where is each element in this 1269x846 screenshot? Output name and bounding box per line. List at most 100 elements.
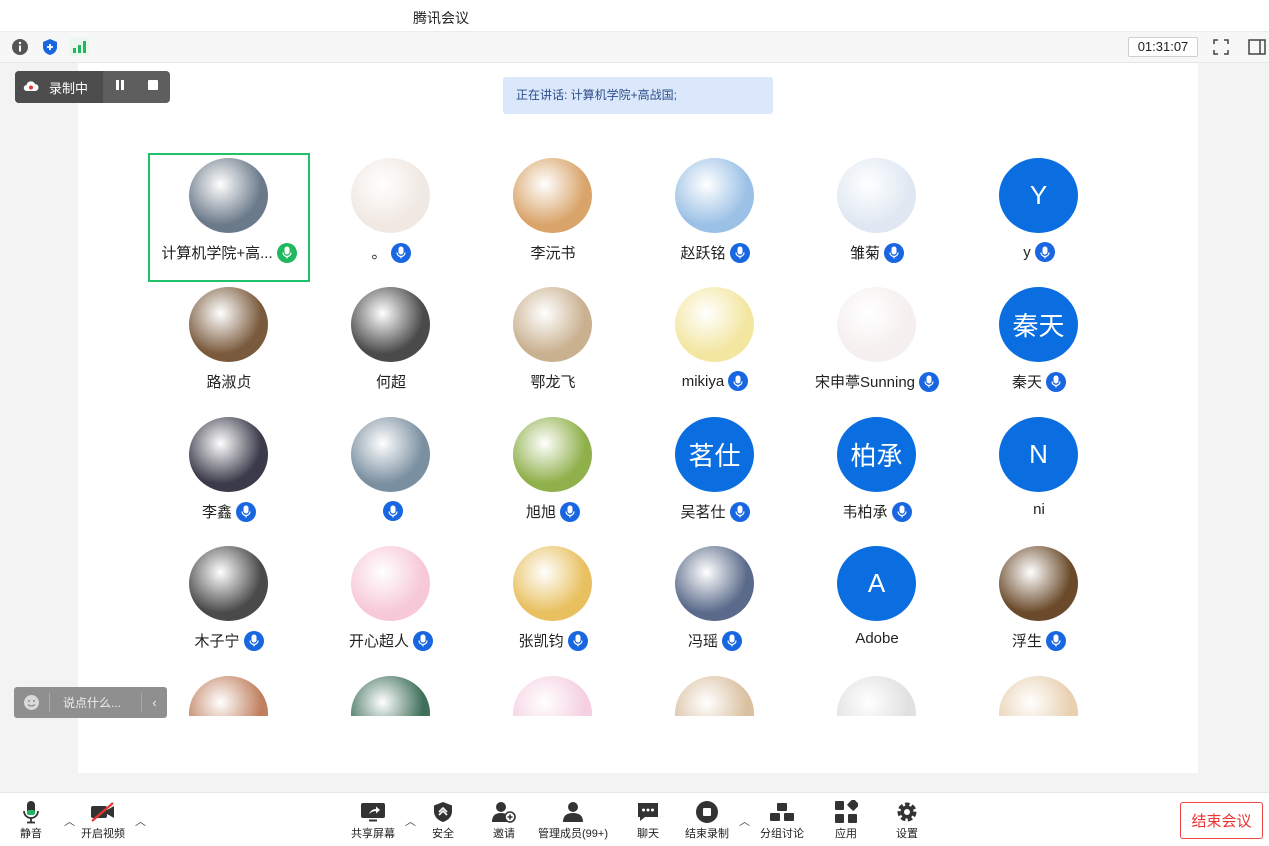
share-options-chevron-icon[interactable]: ︿ <box>405 813 416 829</box>
emoji-icon[interactable] <box>14 693 50 712</box>
participant-name: 雏菊 <box>849 245 880 262</box>
network-signal-icon[interactable] <box>69 37 89 57</box>
participant-avatar: 秦天 <box>999 287 1078 362</box>
manage-members-button[interactable]: 管理成员(99+) <box>538 799 608 841</box>
participant-name-row: 李鑫 <box>148 501 310 522</box>
participant-avatar: Y <box>999 158 1078 233</box>
security-shield-icon[interactable] <box>40 37 60 57</box>
participant-tile[interactable]: 宋申葶Sunning <box>796 282 958 411</box>
quick-chat-bar[interactable]: 说点什么... ‹ <box>14 687 167 718</box>
active-speaker-banner: 正在讲话: 计算机学院+高战国; <box>503 77 773 114</box>
fullscreen-icon[interactable] <box>1210 37 1232 57</box>
participant-tile[interactable] <box>472 671 634 716</box>
members-icon <box>560 799 586 825</box>
participant-name-row: 冯瑶 <box>634 630 796 651</box>
participant-name-row: 何超 <box>310 371 472 392</box>
participant-tile[interactable]: mikiya <box>634 282 796 411</box>
end-recording-button[interactable]: 结束录制 <box>685 799 729 841</box>
participant-tile[interactable]: 柏承 韦柏承 <box>796 412 958 541</box>
participant-name: 路淑贞 <box>206 374 252 391</box>
participant-name: mikiya <box>681 372 725 390</box>
record-options-chevron-icon[interactable]: ︿ <box>739 813 750 829</box>
chat-button[interactable]: 聊天 <box>636 799 660 841</box>
participant-name-row: 张凯钧 <box>472 630 634 651</box>
participant-tile[interactable]: 冯瑶 <box>634 541 796 670</box>
end-meeting-button[interactable]: 结束会议 <box>1180 802 1263 839</box>
participant-name: 旭旭 <box>525 504 556 521</box>
breakout-label: 分组讨论 <box>760 828 804 840</box>
participant-name-row: 路淑贞 <box>148 371 310 392</box>
participant-tile[interactable]: 。 <box>310 153 472 282</box>
participant-tile[interactable]: 木子宁 <box>148 541 310 670</box>
apps-button[interactable]: 应用 <box>834 799 858 841</box>
participant-tile[interactable]: Nni <box>958 412 1120 541</box>
participant-tile[interactable] <box>958 671 1120 716</box>
mic-on-icon <box>728 371 749 391</box>
participant-tile[interactable]: 旭旭 <box>472 412 634 541</box>
participant-tile[interactable]: 路淑贞 <box>148 282 310 411</box>
participant-avatar <box>351 158 430 233</box>
audio-options-chevron-icon[interactable]: ︿ <box>64 813 75 829</box>
participant-name-row: 宋申葶Sunning <box>796 371 958 392</box>
settings-button[interactable]: 设置 <box>895 799 919 841</box>
participant-tile[interactable]: 赵跃铭 <box>634 153 796 282</box>
participant-tile[interactable]: 何超 <box>310 282 472 411</box>
participant-tile[interactable] <box>148 671 310 716</box>
mic-on-icon <box>236 501 256 522</box>
participant-avatar <box>837 676 916 716</box>
security-button[interactable]: 安全 <box>432 799 454 841</box>
participant-avatar <box>675 158 754 233</box>
participant-name: 开心超人 <box>348 633 409 650</box>
participant-tile[interactable]: 秦天 秦天 <box>958 282 1120 411</box>
start-video-button[interactable]: 开启视频 <box>81 799 125 841</box>
participant-avatar: N <box>999 417 1078 492</box>
participant-tile[interactable]: 李沅书 <box>472 153 634 282</box>
security-label: 安全 <box>432 828 454 840</box>
mic-on-icon <box>390 242 411 263</box>
pause-recording-button[interactable] <box>103 71 136 103</box>
participant-tile[interactable]: Yy <box>958 153 1120 282</box>
mic-on-icon <box>560 501 580 522</box>
video-options-chevron-icon[interactable]: ︿ <box>135 813 146 829</box>
participant-tile[interactable]: 茗仕 吴茗仕 <box>634 412 796 541</box>
participant-tile[interactable]: 张凯钧 <box>472 541 634 670</box>
layout-sidebar-icon[interactable] <box>1246 37 1268 57</box>
stop-icon <box>147 78 159 96</box>
collapse-chevron-icon[interactable]: ‹ <box>141 693 167 712</box>
participant-tile[interactable] <box>310 671 472 716</box>
participant-tile[interactable] <box>634 671 796 716</box>
participant-tile[interactable]: 雏菊 <box>796 153 958 282</box>
participant-name: 木子宁 <box>194 633 240 650</box>
participant-avatar <box>675 546 754 621</box>
recording-label: 录制中 <box>49 80 89 96</box>
participant-tile[interactable]: 计算机学院+高... <box>148 153 310 282</box>
participant-avatar <box>351 417 430 492</box>
participant-tile[interactable]: 李鑫 <box>148 412 310 541</box>
participant-name-row: 浮生 <box>958 630 1120 651</box>
participant-name: 鄂龙飞 <box>530 374 576 391</box>
participant-name-row: 木子宁 <box>148 630 310 651</box>
participant-tile[interactable] <box>310 412 472 541</box>
info-icon[interactable] <box>10 37 30 57</box>
stop-recording-button[interactable] <box>136 71 169 103</box>
participant-tile[interactable]: 鄂龙飞 <box>472 282 634 411</box>
breakout-rooms-button[interactable]: 分组讨论 <box>760 799 804 841</box>
participant-tile[interactable]: 开心超人 <box>310 541 472 670</box>
participant-tile[interactable]: 浮生 <box>958 541 1120 670</box>
invite-button[interactable]: 邀请 <box>491 799 517 841</box>
chat-input[interactable]: 说点什么... <box>50 694 141 711</box>
bottom-toolbar: 静音 ︿ 开启视频 ︿ 共享屏幕 ︿ 安全 邀请 管理成员(99+) 聊天 结束… <box>0 792 1269 846</box>
participant-name: ni <box>1033 501 1045 518</box>
avatar-initials: 茗仕 <box>688 441 741 471</box>
participant-tile[interactable] <box>796 671 958 716</box>
participant-avatar <box>513 158 592 233</box>
gear-icon <box>895 799 919 825</box>
mute-button[interactable]: 静音 <box>20 799 42 841</box>
participant-avatar <box>675 287 754 362</box>
participant-name-row: ni <box>958 501 1120 518</box>
share-screen-button[interactable]: 共享屏幕 <box>351 799 395 841</box>
participant-tile[interactable]: A Adobe <box>796 541 958 670</box>
cloud-record-icon <box>23 80 39 95</box>
participant-avatar: 茗仕 <box>675 417 754 492</box>
chat-bubble-icon <box>636 799 660 825</box>
